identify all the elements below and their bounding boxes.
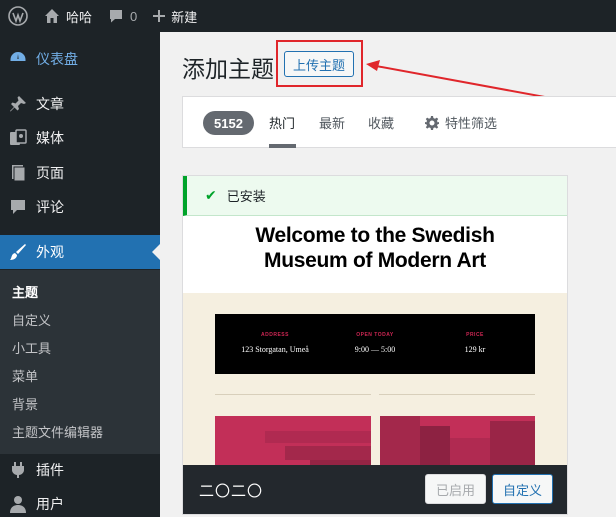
media-icon bbox=[0, 129, 36, 147]
plus-icon bbox=[153, 10, 166, 22]
feature-filter-label: 特性筛选 bbox=[445, 116, 498, 131]
new-content-link[interactable]: 新建 bbox=[145, 0, 205, 32]
theme-screenshot[interactable]: Welcome to the Swedish Museum of Modern … bbox=[183, 217, 567, 476]
appearance-submenu: 主题 自定义 小工具 菜单 背景 主题文件编辑器 bbox=[0, 270, 160, 454]
info-value: 123 Storgatan, Umeå bbox=[241, 345, 309, 354]
gear-icon bbox=[425, 115, 439, 130]
info-value: 9:00 — 5:00 bbox=[354, 345, 396, 354]
feature-filter-button[interactable]: 特性筛选 bbox=[425, 113, 497, 132]
new-label: 新建 bbox=[171, 9, 198, 25]
activated-button: 已启用 bbox=[425, 474, 487, 504]
page-icon bbox=[0, 164, 36, 182]
submenu-item-themes[interactable]: 主题 bbox=[12, 282, 38, 301]
screenshot-heading: Welcome to the Swedish Museum of Modern … bbox=[183, 223, 567, 273]
info-label: ADDRESS bbox=[261, 332, 289, 338]
info-value: 129 kr bbox=[464, 345, 486, 354]
sidebar-item-label: 仪表盘 bbox=[36, 51, 78, 67]
sidebar-item-posts[interactable]: 文章 bbox=[0, 87, 160, 121]
home-icon bbox=[44, 8, 60, 24]
sidebar-item-label: 文章 bbox=[36, 96, 64, 112]
wordpress-logo-icon[interactable] bbox=[0, 0, 36, 32]
dashboard-icon bbox=[0, 50, 36, 68]
installed-notice: ✔ 已安装 bbox=[183, 176, 567, 216]
info-label: PRICE bbox=[466, 332, 484, 338]
theme-card-footer: 二〇二〇 已启用 自定义 bbox=[183, 465, 567, 514]
submenu-item-widgets[interactable]: 小工具 bbox=[12, 338, 51, 357]
screenshot-heading-line-2: Museum of Modern Art bbox=[264, 249, 486, 272]
admin-bar: 哈哈 0 新建 bbox=[0, 0, 616, 32]
info-column-hours: OPEN TODAY 9:00 — 5:00 bbox=[325, 332, 425, 354]
tab-latest[interactable]: 最新 bbox=[319, 113, 345, 132]
comments-link[interactable]: 0 bbox=[100, 0, 145, 32]
sidebar-item-plugins[interactable]: 插件 bbox=[0, 453, 160, 487]
tab-favorites[interactable]: 收藏 bbox=[368, 113, 394, 132]
site-name-link[interactable]: 哈哈 bbox=[36, 0, 100, 32]
comment-count: 0 bbox=[130, 8, 138, 24]
installed-notice-text: 已安装 bbox=[226, 189, 266, 204]
checkmark-icon: ✔ bbox=[205, 187, 217, 203]
screenshot-heading-line-1: Welcome to the Swedish bbox=[255, 224, 495, 247]
sidebar-item-label: 用户 bbox=[36, 496, 64, 512]
page-title: 添加主题 bbox=[182, 56, 274, 82]
sidebar-item-pages[interactable]: 页面 bbox=[0, 156, 160, 190]
plugin-icon bbox=[0, 461, 36, 479]
screenshot-body: ADDRESS 123 Storgatan, Umeå OPEN TODAY 9… bbox=[183, 293, 567, 476]
pushpin-icon bbox=[0, 95, 36, 113]
info-column-address: ADDRESS 123 Storgatan, Umeå bbox=[225, 332, 325, 354]
screenshot-divider-ornament bbox=[371, 392, 379, 397]
sidebar-item-users[interactable]: 用户 bbox=[0, 487, 160, 517]
submenu-item-theme-editor[interactable]: 主题文件编辑器 bbox=[12, 422, 103, 441]
site-name: 哈哈 bbox=[66, 9, 93, 25]
sidebar-item-dashboard[interactable]: 仪表盘 bbox=[0, 42, 160, 76]
theme-filter-bar: 5152 热门 最新 收藏 特性筛选 bbox=[182, 96, 616, 148]
sidebar-item-comments[interactable]: 评论 bbox=[0, 190, 160, 224]
active-tab-indicator bbox=[269, 144, 296, 148]
sidebar-item-label: 插件 bbox=[36, 462, 64, 478]
sidebar-item-label: 页面 bbox=[36, 165, 64, 181]
screenshot-info-bar: ADDRESS 123 Storgatan, Umeå OPEN TODAY 9… bbox=[215, 314, 535, 374]
admin-sidebar: 仪表盘 文章 媒体 页面 评论 外观 主题 自定义 小工具 菜单 背景 主题文件… bbox=[0, 32, 160, 517]
theme-count-badge: 5152 bbox=[203, 111, 254, 135]
sidebar-item-label: 媒体 bbox=[36, 130, 64, 146]
comment-icon bbox=[108, 8, 124, 24]
submenu-item-menus[interactable]: 菜单 bbox=[12, 366, 38, 385]
paintbrush-icon bbox=[0, 243, 36, 261]
tab-popular[interactable]: 热门 bbox=[269, 113, 295, 132]
sidebar-item-appearance[interactable]: 外观 bbox=[0, 235, 160, 269]
theme-name: 二〇二〇 bbox=[199, 483, 264, 500]
annotation-highlight-box bbox=[276, 40, 363, 87]
theme-card[interactable]: ✔ 已安装 Welcome to the Swedish Museum of M… bbox=[182, 175, 568, 515]
info-column-price: PRICE 129 kr bbox=[425, 332, 525, 354]
info-label: OPEN TODAY bbox=[356, 332, 394, 338]
comment-icon bbox=[0, 198, 36, 216]
sidebar-item-label: 评论 bbox=[36, 199, 64, 215]
submenu-item-background[interactable]: 背景 bbox=[12, 394, 38, 413]
sidebar-item-media[interactable]: 媒体 bbox=[0, 121, 160, 155]
submenu-item-customize[interactable]: 自定义 bbox=[12, 310, 51, 329]
user-icon bbox=[0, 495, 36, 513]
sidebar-item-label: 外观 bbox=[36, 244, 64, 260]
customize-button[interactable]: 自定义 bbox=[492, 474, 554, 504]
